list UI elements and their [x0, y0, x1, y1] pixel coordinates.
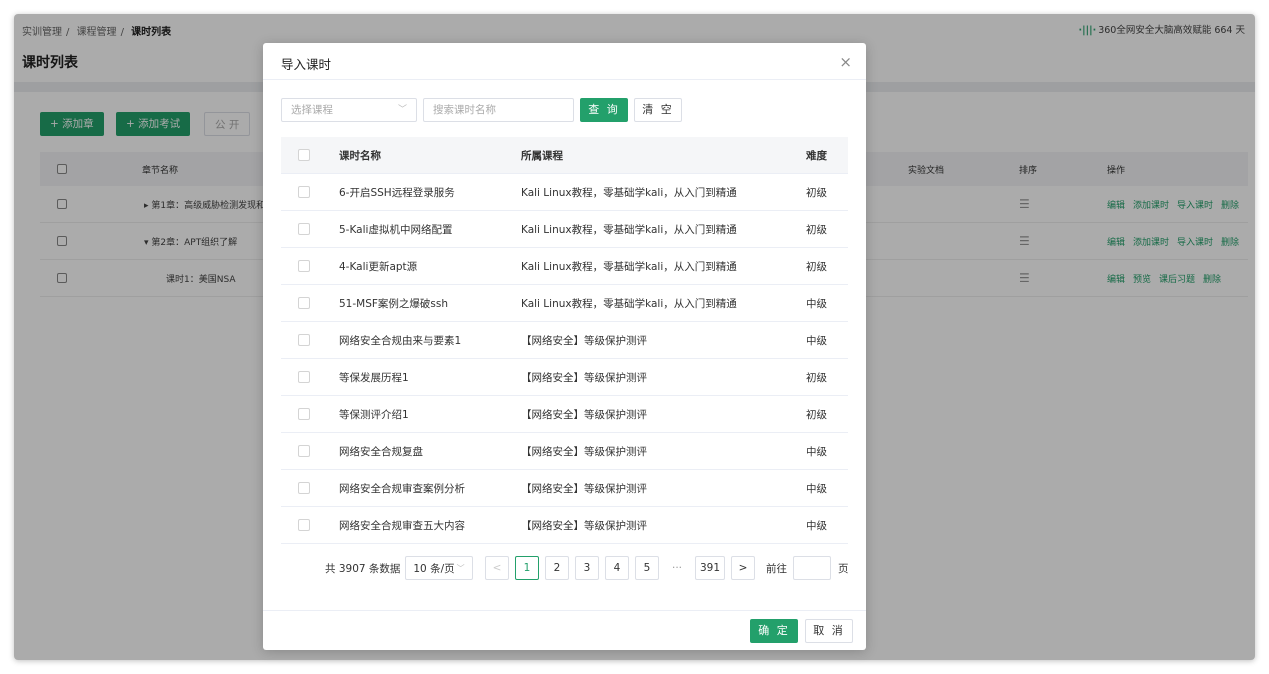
table-row: 51-MSF案例之爆破ssh Kali Linux教程，零基础学kali，从入门到…: [281, 285, 848, 322]
table-row: 网络安全合规由来与要素1 【网络安全】等级保护测评 中级: [281, 322, 848, 359]
more-pages-icon[interactable]: ···: [665, 556, 689, 580]
table-row: 5-Kali虚拟机中网络配置 Kali Linux教程，零基础学kali，从入门到…: [281, 211, 848, 248]
difficulty-level: 中级: [806, 297, 827, 310]
chevron-down-icon: ﹀: [456, 563, 465, 573]
import-lesson-dialog: 导入课时 × 选择课程 ﹀ 查 询 清 空 课时名称 所属课程 难度 6-开启S…: [263, 43, 866, 650]
dialog-footer-divider: [263, 610, 866, 611]
row-checkbox[interactable]: [298, 482, 310, 494]
page-3-button[interactable]: 3: [575, 556, 599, 580]
table-row: 等保发展历程1 【网络安全】等级保护测评 初级: [281, 359, 848, 396]
page-5-button[interactable]: 5: [635, 556, 659, 580]
lesson-name: 4-Kali更新apt源: [339, 260, 418, 273]
lesson-name: 等保测评介绍1: [339, 408, 409, 421]
course-select-placeholder: 选择课程: [291, 104, 333, 116]
course-name: Kali Linux教程，零基础学kali，从入门到精通: [521, 260, 737, 273]
difficulty-level: 初级: [806, 371, 827, 384]
lesson-name: 等保发展历程1: [339, 371, 409, 384]
dialog-header: 导入课时 ×: [263, 43, 866, 80]
page-4-button[interactable]: 4: [605, 556, 629, 580]
row-checkbox[interactable]: [298, 297, 310, 309]
header-level: 难度: [806, 149, 827, 162]
header-course: 所属课程: [521, 149, 563, 162]
course-name: 【网络安全】等级保护测评: [521, 519, 647, 532]
difficulty-level: 中级: [806, 482, 827, 495]
course-name: 【网络安全】等级保护测评: [521, 408, 647, 421]
lesson-table: 课时名称 所属课程 难度 6-开启SSH远程登录服务 Kali Linux教程，零…: [281, 137, 848, 544]
page-1-button[interactable]: 1: [515, 556, 539, 580]
row-checkbox[interactable]: [298, 186, 310, 198]
close-icon[interactable]: ×: [839, 53, 852, 71]
lesson-name: 网络安全合规审查案例分析: [339, 482, 465, 495]
query-button[interactable]: 查 询: [580, 98, 628, 122]
table-row: 网络安全合规复盘 【网络安全】等级保护测评 中级: [281, 433, 848, 470]
prev-page-button[interactable]: <: [485, 556, 509, 580]
difficulty-level: 中级: [806, 334, 827, 347]
page-2-button[interactable]: 2: [545, 556, 569, 580]
difficulty-level: 初级: [806, 223, 827, 236]
lesson-name: 5-Kali虚拟机中网络配置: [339, 223, 453, 236]
table-row: 网络安全合规审查五大内容 【网络安全】等级保护测评 中级: [281, 507, 848, 544]
total-count: 共 3907 条数据: [325, 562, 401, 575]
course-select[interactable]: 选择课程 ﹀: [281, 98, 417, 122]
lesson-table-header: 课时名称 所属课程 难度: [281, 137, 848, 174]
select-all-checkbox[interactable]: [298, 149, 310, 161]
clear-button[interactable]: 清 空: [634, 98, 682, 122]
row-checkbox[interactable]: [298, 445, 310, 457]
lesson-name: 6-开启SSH远程登录服务: [339, 186, 455, 199]
goto-label: 前往: [766, 562, 787, 575]
difficulty-level: 中级: [806, 445, 827, 458]
header-lesson-name: 课时名称: [339, 149, 381, 162]
difficulty-level: 初级: [806, 408, 827, 421]
lesson-name: 51-MSF案例之爆破ssh: [339, 297, 449, 310]
lesson-search-input[interactable]: [423, 98, 574, 122]
row-checkbox[interactable]: [298, 223, 310, 235]
course-name: 【网络安全】等级保护测评: [521, 482, 647, 495]
difficulty-level: 中级: [806, 519, 827, 532]
course-name: 【网络安全】等级保护测评: [521, 371, 647, 384]
table-row: 网络安全合规审查案例分析 【网络安全】等级保护测评 中级: [281, 470, 848, 507]
difficulty-level: 初级: [806, 260, 827, 273]
dialog-title: 导入课时: [281, 57, 332, 72]
row-checkbox[interactable]: [298, 334, 310, 346]
goto-page-input[interactable]: [793, 556, 831, 580]
row-checkbox[interactable]: [298, 371, 310, 383]
next-page-button[interactable]: >: [731, 556, 755, 580]
row-checkbox[interactable]: [298, 408, 310, 420]
page-suffix: 页: [838, 562, 849, 575]
row-checkbox[interactable]: [298, 519, 310, 531]
course-name: 【网络安全】等级保护测评: [521, 445, 647, 458]
table-row: 6-开启SSH远程登录服务 Kali Linux教程，零基础学kali，从入门到精…: [281, 174, 848, 211]
lesson-name: 网络安全合规审查五大内容: [339, 519, 465, 532]
row-checkbox[interactable]: [298, 260, 310, 272]
last-page-button[interactable]: 391: [695, 556, 725, 580]
table-row: 等保测评介绍1 【网络安全】等级保护测评 初级: [281, 396, 848, 433]
chevron-down-icon: ﹀: [397, 105, 407, 115]
course-name: Kali Linux教程，零基础学kali，从入门到精通: [521, 223, 737, 236]
difficulty-level: 初级: [806, 186, 827, 199]
course-name: Kali Linux教程，零基础学kali，从入门到精通: [521, 297, 737, 310]
confirm-button[interactable]: 确 定: [750, 619, 798, 643]
lesson-name: 网络安全合规由来与要素1: [339, 334, 462, 347]
lesson-name: 网络安全合规复盘: [339, 445, 423, 458]
cancel-button[interactable]: 取 消: [805, 619, 853, 643]
course-name: 【网络安全】等级保护测评: [521, 334, 647, 347]
table-row: 4-Kali更新apt源 Kali Linux教程，零基础学kali，从入门到精通…: [281, 248, 848, 285]
course-name: Kali Linux教程，零基础学kali，从入门到精通: [521, 186, 737, 199]
page-size-select[interactable]: 10 条/页 ﹀: [405, 556, 473, 580]
